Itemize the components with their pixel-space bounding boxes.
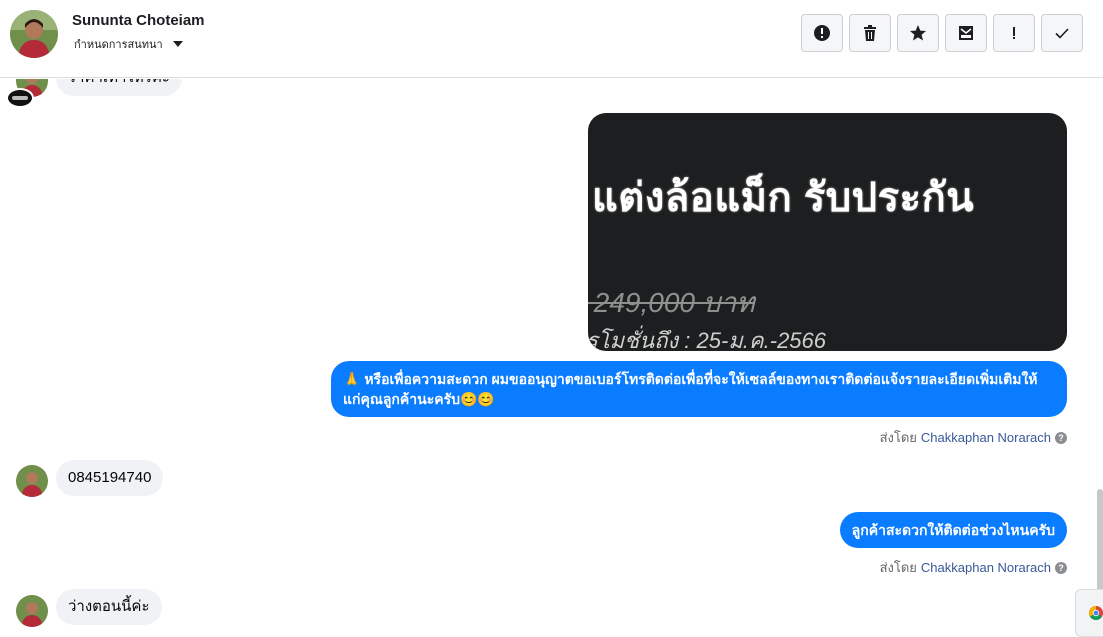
check-icon	[1055, 28, 1069, 39]
star-button[interactable]	[897, 14, 939, 52]
chrome-icon	[1089, 606, 1103, 620]
sender-name-link[interactable]: Chakkaphan Norarach	[921, 560, 1051, 575]
page-logo-badge	[6, 88, 34, 108]
help-icon[interactable]: ?	[1055, 431, 1067, 444]
alert-circle-icon	[814, 25, 830, 41]
sent-by-label: ส่งโดย Chakkaphan Norarach ?	[880, 557, 1067, 578]
image-promo-text: รโมชั่นถึง : 25-ม.ค.-2566	[588, 328, 827, 351]
incoming-message-bubble: ว่างตอนนี้ค่ะ	[56, 589, 162, 625]
contact-avatar-small	[16, 465, 48, 497]
chevron-down-icon	[172, 41, 183, 47]
conversation-menu-dropdown[interactable]: กำหนดการสนทนา	[74, 35, 183, 53]
trash-icon	[864, 25, 876, 41]
exclamation-icon	[1013, 27, 1015, 39]
mark-unread-button[interactable]	[945, 14, 987, 52]
mark-done-button[interactable]	[1041, 14, 1083, 52]
star-icon	[910, 25, 926, 41]
conversation-toolbar	[801, 14, 1083, 52]
follow-up-button[interactable]	[993, 14, 1035, 52]
image-attachment[interactable]: แต่งล้อแม็ก รับประกัน ิ 249,000 บาท รโมช…	[588, 113, 1067, 351]
contact-name: Sununta Choteiam	[72, 12, 205, 29]
contact-avatar-small	[16, 595, 48, 627]
chrome-extension-button[interactable]	[1075, 589, 1103, 637]
delete-button[interactable]	[849, 14, 891, 52]
sender-name-link[interactable]: Chakkaphan Norarach	[921, 430, 1051, 445]
sent-by-prefix: ส่งโดย	[879, 430, 917, 445]
message-thread[interactable]: ราคาเท่าไหร่คะ แต่งล้อแม็ก รับประกัน ิ 2…	[0, 79, 1103, 637]
contact-avatar[interactable]	[10, 10, 58, 58]
mailbox-icon	[959, 26, 973, 40]
incoming-message-bubble: ราคาเท่าไหร่คะ	[56, 79, 182, 96]
outgoing-message-bubble: 🙏 หรือเพื่อความสะดวก ผมขออนุญาตขอเบอร์โท…	[331, 361, 1067, 417]
sent-by-label: ส่งโดย Chakkaphan Norarach ?	[880, 427, 1067, 448]
outgoing-message-bubble: ลูกค้าสะดวกให้ติดต่อช่วงไหนครับ	[839, 512, 1067, 548]
conversation-header: Sununta Choteiam กำหนดการสนทนา	[0, 0, 1103, 78]
image-price-text: ิ 249,000 บาท	[588, 287, 755, 318]
sent-by-prefix: ส่งโดย	[879, 560, 917, 575]
incoming-message-bubble: 0845194740	[56, 460, 164, 496]
conversation-menu-label: กำหนดการสนทนา	[74, 39, 163, 51]
image-headline-text: แต่งล้อแม็ก รับประกัน	[592, 176, 975, 220]
help-icon[interactable]: ?	[1055, 561, 1067, 574]
mark-spam-button[interactable]	[801, 14, 843, 52]
